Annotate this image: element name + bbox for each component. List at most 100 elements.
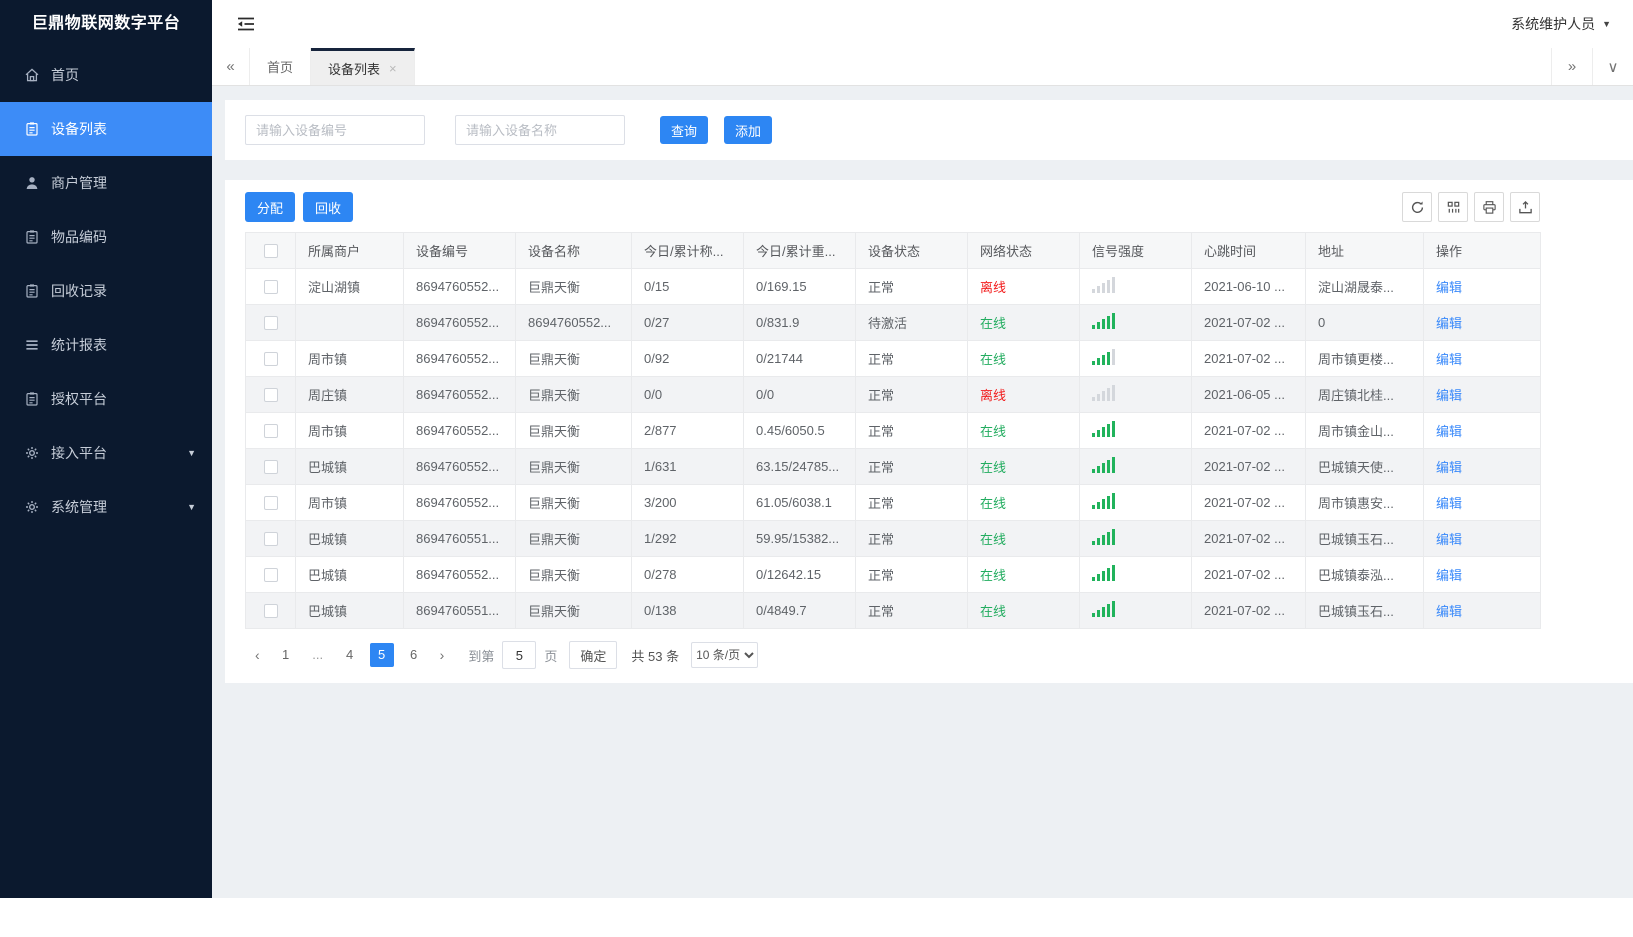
- signal-strength-icon: [1092, 565, 1115, 581]
- column-header: 所属商户: [295, 232, 404, 269]
- sidebar-item-statistics-report[interactable]: 统计报表: [0, 318, 212, 372]
- caret-down-icon: ▼: [1602, 19, 1611, 29]
- edit-link[interactable]: 编辑: [1436, 352, 1462, 367]
- sidebar-item-item-code[interactable]: 物品编码: [0, 210, 212, 264]
- cell-today-total-count: 0/27: [631, 304, 744, 341]
- edit-link[interactable]: 编辑: [1436, 532, 1462, 547]
- cell-merchant: 周庄镇: [295, 376, 404, 413]
- network-status-badge: 在线: [980, 424, 1007, 439]
- refresh-button[interactable]: [1402, 192, 1432, 222]
- document-icon: [24, 229, 40, 245]
- tab-home[interactable]: 首页: [250, 48, 312, 85]
- row-checkbox[interactable]: [263, 316, 278, 331]
- sidebar-item-authorization-platform[interactable]: 授权平台: [0, 372, 212, 426]
- select-all-checkbox[interactable]: [263, 244, 278, 259]
- device-name-input[interactable]: [455, 115, 625, 145]
- tab-device-list[interactable]: 设备列表 ×: [311, 48, 415, 85]
- row-checkbox[interactable]: [263, 568, 278, 583]
- gear-icon: [24, 499, 40, 515]
- cell-actions: 编辑: [1423, 304, 1541, 341]
- sidebar-item-system-management[interactable]: 系统管理 ▼: [0, 480, 212, 534]
- edit-link[interactable]: 编辑: [1436, 496, 1462, 511]
- page-number-4[interactable]: 4: [338, 643, 362, 667]
- device-table: 所属商户 设备编号 设备名称 今日/累计称... 今日/累计重... 设备状态 网络状态 信号…: [245, 232, 1541, 629]
- cell-device-name: 巨鼎天衡: [515, 448, 632, 485]
- row-checkbox[interactable]: [263, 388, 278, 403]
- table-row: 巴城镇 8694760551... 巨鼎天衡 0/138 0/4849.7 正常 在线 202…: [245, 592, 1541, 629]
- cell-device-number: 8694760552...: [403, 484, 516, 521]
- edit-link[interactable]: 编辑: [1436, 316, 1462, 331]
- sidebar-item-device-list[interactable]: 设备列表: [0, 102, 212, 156]
- edit-link[interactable]: 编辑: [1436, 424, 1462, 439]
- chevron-down-icon: ▼: [187, 502, 196, 512]
- close-icon[interactable]: ×: [389, 61, 397, 76]
- cell-device-status: 正常: [855, 376, 968, 413]
- signal-strength-icon: [1092, 421, 1115, 437]
- edit-link[interactable]: 编辑: [1436, 280, 1462, 295]
- header-checkbox-cell: [245, 232, 296, 269]
- column-header: 设备名称: [515, 232, 632, 269]
- cell-heartbeat-time: 2021-07-02 ...: [1191, 340, 1306, 377]
- cell-address: 0: [1305, 304, 1424, 341]
- goto-page-input[interactable]: [502, 641, 537, 669]
- cell-today-total-weight: 0/12642.15: [743, 556, 856, 593]
- refresh-icon: [1410, 200, 1425, 215]
- goto-label: 到第: [468, 648, 495, 664]
- topbar: 系统维护人员 ▼: [212, 0, 1633, 48]
- edit-link[interactable]: 编辑: [1436, 568, 1462, 583]
- row-checkbox[interactable]: [263, 280, 278, 295]
- page-number-1[interactable]: 1: [274, 643, 298, 667]
- collapse-sidebar-icon[interactable]: [236, 16, 256, 32]
- pagination: ‹ 1... 456 › 到第 页 确定 共 53 条 10 条/页: [245, 629, 1540, 669]
- edit-link[interactable]: 编辑: [1436, 460, 1462, 475]
- edit-link[interactable]: 编辑: [1436, 604, 1462, 619]
- cell-today-total-weight: 0/0: [743, 376, 856, 413]
- sidebar-item-label: 回收记录: [51, 283, 107, 299]
- cell-actions: 编辑: [1423, 520, 1541, 557]
- print-button[interactable]: [1474, 192, 1504, 222]
- cell-network-status: 在线: [967, 556, 1080, 593]
- cell-checkbox: [245, 340, 296, 377]
- cell-network-status: 在线: [967, 592, 1080, 629]
- device-number-input[interactable]: [245, 115, 425, 145]
- tabs-menu-button[interactable]: ∨: [1592, 48, 1633, 85]
- row-checkbox[interactable]: [263, 424, 278, 439]
- cell-address: 周庄镇北桂...: [1305, 376, 1424, 413]
- edit-link[interactable]: 编辑: [1436, 388, 1462, 403]
- row-checkbox[interactable]: [263, 352, 278, 367]
- row-checkbox[interactable]: [263, 604, 278, 619]
- network-status-badge: 在线: [980, 532, 1007, 547]
- tabs-scroll-right-button[interactable]: »: [1551, 48, 1592, 85]
- sidebar-item-home[interactable]: 首页: [0, 48, 212, 102]
- cell-today-total-count: 2/877: [631, 412, 744, 449]
- prev-page-button[interactable]: ‹: [245, 647, 270, 663]
- tabbar-spacer: [415, 48, 1551, 85]
- confirm-page-button[interactable]: 确定: [569, 641, 618, 669]
- add-button[interactable]: 添加: [724, 116, 773, 144]
- export-button[interactable]: [1510, 192, 1540, 222]
- page-number-5[interactable]: 5: [369, 643, 394, 667]
- row-checkbox[interactable]: [263, 496, 278, 511]
- cell-device-number: 8694760552...: [403, 304, 516, 341]
- user-menu[interactable]: 系统维护人员 ▼: [1511, 14, 1611, 34]
- tabs-scroll-left-button[interactable]: «: [212, 48, 250, 85]
- app-window: 巨鼎物联网数字平台 首页 设备列表 商户管理 物品编码 回收记录 统计报表 授权平台 接入平台…: [0, 0, 1633, 898]
- row-checkbox[interactable]: [263, 460, 278, 475]
- column-header: 网络状态: [967, 232, 1080, 269]
- sidebar-item-label: 设备列表: [51, 121, 107, 137]
- query-button[interactable]: 查询: [660, 116, 709, 144]
- sidebar-item-recycle-records[interactable]: 回收记录: [0, 264, 212, 318]
- columns-button[interactable]: [1438, 192, 1468, 222]
- page-number-6[interactable]: 6: [402, 643, 426, 667]
- cell-device-name: 巨鼎天衡: [515, 484, 632, 521]
- network-status-badge: 在线: [980, 316, 1007, 331]
- page-size-select[interactable]: 10 条/页: [691, 642, 759, 668]
- sidebar-item-merchant-management[interactable]: 商户管理: [0, 156, 212, 210]
- sidebar-item-access-platform[interactable]: 接入平台 ▼: [0, 426, 212, 480]
- next-page-button[interactable]: ›: [430, 647, 455, 663]
- row-checkbox[interactable]: [263, 532, 278, 547]
- assign-button[interactable]: 分配: [245, 192, 296, 222]
- recycle-button[interactable]: 回收: [303, 192, 354, 222]
- cell-checkbox: [245, 304, 296, 341]
- table-row: 8694760552... 8694760552... 0/27 0/831.9 待激活…: [245, 304, 1541, 341]
